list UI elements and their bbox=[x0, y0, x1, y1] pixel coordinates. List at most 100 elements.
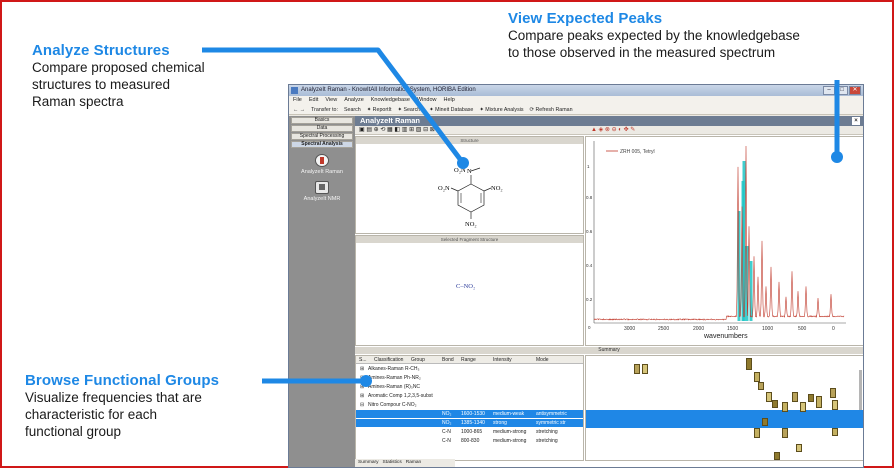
frequency-map[interactable] bbox=[585, 355, 864, 461]
heatmap-cell[interactable] bbox=[782, 428, 788, 438]
sidebar-item-spectral-analysis[interactable]: Spectral Analysis bbox=[291, 141, 353, 148]
functional-groups-table: S... Classification Group Bond Range Int… bbox=[355, 355, 584, 461]
spectrum-tool-icons[interactable]: ▲ ◈ ⊗ ⊖ ◐ ✥ ✎ bbox=[591, 126, 635, 135]
heatmap-cell[interactable] bbox=[808, 394, 814, 402]
col-header-status[interactable]: S... bbox=[359, 356, 367, 364]
analyzeit-nmr-icon[interactable] bbox=[315, 181, 329, 194]
heatmap-cell[interactable] bbox=[832, 400, 838, 410]
col-header-group[interactable]: Group bbox=[411, 356, 425, 364]
molecule-bond bbox=[484, 188, 491, 191]
heatmap-cell[interactable] bbox=[830, 388, 836, 398]
table-row[interactable]: C-N 1000-865 medium-strong stretching bbox=[356, 428, 583, 436]
menu-analyze[interactable]: Analyze bbox=[344, 96, 364, 105]
sidebar-item-data[interactable]: Data bbox=[291, 125, 353, 132]
tree-row[interactable]: ⊟ Nitro Compour C-NO₂ bbox=[356, 401, 583, 409]
heatmap-cell[interactable] bbox=[816, 396, 822, 408]
table-row[interactable]: C-N 800-830 medium-strong stretching bbox=[356, 437, 583, 445]
analyzeit-raman-icon[interactable] bbox=[315, 154, 329, 167]
menu-view[interactable]: View bbox=[325, 96, 337, 105]
heatmap-cell[interactable] bbox=[774, 452, 780, 460]
search-button[interactable]: Search bbox=[344, 105, 361, 114]
x-axis-ticks: 3000 2500 2000 1500 1000 500 0 bbox=[624, 326, 835, 332]
tree-row[interactable]: ⊞ Aromatic Comp 1,2,3,5-subst bbox=[356, 392, 583, 400]
tree-row[interactable]: ⊞ Amines-Raman Ph-NR₂ bbox=[356, 374, 583, 382]
heatmap-cell[interactable] bbox=[782, 402, 788, 412]
app-window: AnalyzeIt Raman - KnowItAll Informatics … bbox=[288, 84, 864, 468]
sidebar-item-basics[interactable]: Basics bbox=[291, 117, 353, 124]
close-button[interactable]: ✕ bbox=[849, 86, 861, 95]
selected-band bbox=[586, 410, 864, 428]
callout-text: Compare peaks expected by the knowledgeb… bbox=[508, 27, 800, 44]
menu-help[interactable]: Help bbox=[443, 96, 454, 105]
menu-edit[interactable]: Edit bbox=[309, 96, 318, 105]
analyzeit-raman-label[interactable]: AnalyzeIt Raman bbox=[289, 169, 355, 175]
searchit-button[interactable]: ✦ SearchIt bbox=[398, 105, 424, 114]
fragment-pane-title: Selected Fragment Structure bbox=[356, 236, 583, 243]
callout-text: Compare proposed chemical bbox=[32, 59, 205, 76]
minimize-button[interactable]: – bbox=[823, 86, 835, 95]
mineit-button[interactable]: ✦ Mineit Database bbox=[429, 105, 473, 114]
maximize-button[interactable]: □ bbox=[836, 86, 848, 95]
analyzeit-nmr-label[interactable]: AnalyzeIt NMR bbox=[289, 196, 355, 202]
analyze-structures-callout: Analyze Structures Compare proposed chem… bbox=[32, 42, 205, 110]
summary-header: Summary bbox=[355, 347, 863, 354]
refresh-raman-button[interactable]: ⟳ Refresh Raman bbox=[530, 105, 573, 114]
heatmap-cell[interactable] bbox=[762, 418, 768, 426]
x-tick: 1000 bbox=[762, 326, 773, 332]
heatmap-cell[interactable] bbox=[800, 402, 806, 412]
window-controls: – □ ✕ bbox=[823, 86, 861, 95]
col-header-intensity[interactable]: Intensity bbox=[493, 356, 512, 364]
benzene-ring bbox=[458, 184, 484, 212]
structure-pane-title: Structure bbox=[356, 137, 583, 144]
molecule-no2-right: NO₂ bbox=[491, 185, 503, 192]
tetryl-molecule[interactable]: O₂N N O₂N NO₂ NO₂ bbox=[356, 144, 583, 233]
x-axis-label: wavenumbers bbox=[703, 333, 748, 340]
fragment-structure[interactable]: C–NO₂ bbox=[456, 283, 475, 290]
bottom-tabs: Summary Statistics Raman bbox=[355, 459, 455, 467]
col-header-mode[interactable]: Mode bbox=[536, 356, 549, 364]
nav-arrows[interactable]: ← → bbox=[293, 105, 305, 114]
col-header-classification[interactable]: Classification bbox=[374, 356, 403, 364]
menu-knowledgebase[interactable]: Knowledgebase bbox=[371, 96, 410, 105]
tree-row[interactable]: ⊞ Amines-Raman (R)₃NC bbox=[356, 383, 583, 391]
mixture-analysis-button[interactable]: ✦ Mixture Analysis bbox=[479, 105, 523, 114]
table-row[interactable]: NO₂ 1600-1530 medium-weak antisymmetric bbox=[356, 410, 583, 418]
heatmap-cell[interactable] bbox=[832, 428, 838, 436]
close-panel-icon[interactable]: × bbox=[852, 117, 860, 125]
heatmap-cell[interactable] bbox=[642, 364, 648, 374]
x-tick: 0 bbox=[832, 326, 835, 332]
sidebar-item-spectral-processing[interactable]: Spectral Processing bbox=[291, 133, 353, 140]
tree-row[interactable]: ⊞ Alkanes-Raman R-CH₃ bbox=[356, 365, 583, 373]
transfer-label: Transfer to: bbox=[311, 105, 338, 114]
heatmap-cell[interactable] bbox=[796, 444, 802, 452]
menu-window[interactable]: Window bbox=[417, 96, 437, 105]
x-tick: 3000 bbox=[624, 326, 635, 332]
col-header-bond[interactable]: Bond bbox=[442, 356, 454, 364]
molecule-o2n-left: O₂N bbox=[438, 185, 450, 192]
scrollbar-thumb[interactable] bbox=[859, 370, 862, 410]
table-row[interactable]: NO₂ 1385-1340 strong symmetric str bbox=[356, 419, 583, 427]
molecule-bond bbox=[471, 168, 480, 171]
x-tick: 500 bbox=[798, 326, 807, 332]
heatmap-cell[interactable] bbox=[758, 382, 764, 390]
tab-statistics[interactable]: Statistics bbox=[383, 459, 402, 467]
heatmap-cell[interactable] bbox=[634, 364, 640, 374]
reportit-button[interactable]: ✦ ReportIt bbox=[367, 105, 392, 114]
heatmap-cell[interactable] bbox=[754, 372, 760, 382]
callout-title: View Expected Peaks bbox=[508, 10, 800, 27]
analysis-tool-icons[interactable]: ▣ ▤ ⊕ ⟲ ▦ ◧ ▥ ⊞ ▧ ⊟ ⊠ bbox=[359, 126, 435, 135]
heatmap-cell[interactable] bbox=[792, 392, 798, 402]
browse-groups-callout: Browse Functional Groups Visualize frequ… bbox=[25, 372, 219, 440]
heatmap-cell[interactable] bbox=[746, 358, 752, 370]
molecule-o2n-top: O₂N bbox=[454, 167, 466, 174]
menu-file[interactable]: File bbox=[293, 96, 302, 105]
spectrum-pane: ZRH 005, Tetryl 1 0.8 0.6 0.4 0.2 0 3000… bbox=[585, 136, 864, 346]
tab-summary[interactable]: Summary bbox=[358, 459, 379, 467]
col-header-range[interactable]: Range bbox=[461, 356, 476, 364]
tab-raman[interactable]: Raman bbox=[406, 459, 421, 467]
raman-spectrum-chart[interactable]: ZRH 005, Tetryl 1 0.8 0.6 0.4 0.2 0 3000… bbox=[586, 137, 864, 345]
heatmap-cell[interactable] bbox=[772, 400, 778, 408]
heatmap-cell[interactable] bbox=[754, 428, 760, 438]
app-icon bbox=[291, 87, 298, 94]
window-title: AnalyzeIt Raman - KnowItAll Informatics … bbox=[301, 87, 476, 93]
